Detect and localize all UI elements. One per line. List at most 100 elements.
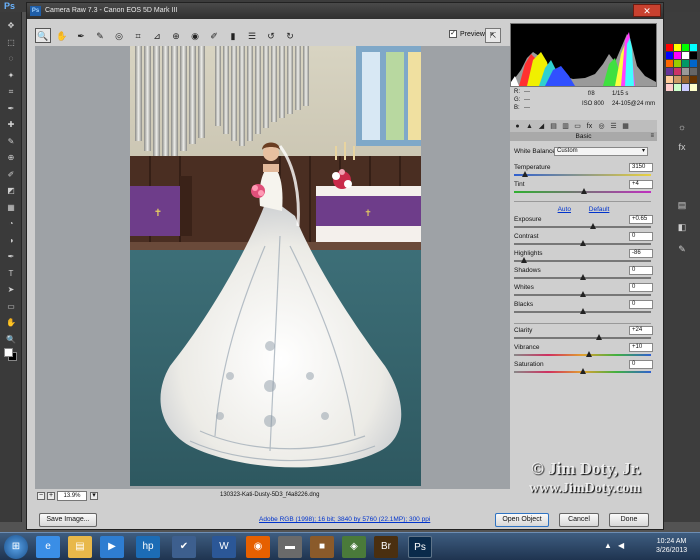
tint-slider-thumb[interactable] — [580, 188, 587, 194]
preferences-tool-icon[interactable]: ☰ — [244, 28, 260, 43]
dock-adjustments-icon[interactable]: ☼ — [674, 122, 690, 134]
color-swatch[interactable] — [682, 52, 689, 59]
temperature-slider-track[interactable] — [514, 174, 651, 176]
exposure-value-field[interactable]: +0.65 — [629, 215, 653, 224]
brush-icon[interactable]: ✎ — [5, 136, 17, 147]
color-swatch[interactable] — [690, 76, 697, 83]
default-link[interactable]: Default — [589, 206, 610, 213]
color-swatch[interactable] — [690, 60, 697, 67]
fullscreen-toggle-icon[interactable]: ⇱ — [485, 28, 501, 43]
whites-slider-thumb[interactable] — [579, 291, 586, 297]
done-button[interactable]: Done — [609, 513, 649, 527]
auto-link[interactable]: Auto — [558, 206, 571, 213]
tone-curve-tab-icon[interactable]: ▲ — [525, 122, 534, 131]
zoom-icon[interactable]: 🔍 — [5, 334, 17, 345]
dock-styles-icon[interactable]: fx — [674, 142, 690, 154]
color-swatch[interactable] — [682, 68, 689, 75]
taskbar-checkmark-icon[interactable]: ✔ — [172, 536, 196, 558]
color-swatch[interactable] — [682, 44, 689, 51]
taskbar-word-icon[interactable]: W — [212, 536, 236, 558]
zoom-in-button[interactable]: + — [47, 492, 55, 500]
foreground-color-swatch[interactable] — [4, 348, 13, 357]
pen-icon[interactable]: ✒ — [5, 251, 17, 262]
color-swatch[interactable] — [674, 76, 681, 83]
taskbar-drive-icon[interactable]: ▬ — [278, 536, 302, 558]
crop-tool-icon[interactable]: ⌗ — [130, 28, 146, 43]
color-swatch[interactable] — [682, 84, 689, 91]
color-sampler-tool-icon[interactable]: ✎ — [92, 28, 108, 43]
healing-icon[interactable]: ✚ — [5, 119, 17, 130]
color-swatch[interactable] — [690, 68, 697, 75]
presets-tab-icon[interactable]: ☰ — [609, 122, 618, 131]
color-swatch[interactable] — [674, 68, 681, 75]
color-swatch[interactable] — [666, 60, 673, 67]
white-balance-tool-icon[interactable]: ✒ — [73, 28, 89, 43]
effects-tab-icon[interactable]: fx — [585, 122, 594, 131]
clarity-slider-thumb[interactable] — [595, 334, 602, 340]
taskbar-hp-icon[interactable]: hp — [136, 536, 160, 558]
clarity-slider-track[interactable] — [514, 337, 651, 339]
highlights-value-field[interactable]: -86 — [629, 249, 653, 258]
lasso-icon[interactable]: ◌ — [5, 53, 17, 64]
save-image-button[interactable]: Save Image... — [39, 513, 97, 527]
graduated-filter-tool-icon[interactable]: ▮ — [225, 28, 241, 43]
blacks-slider-thumb[interactable] — [579, 308, 586, 314]
saturation-value-field[interactable]: 0 — [629, 360, 653, 369]
exposure-slider-track[interactable] — [514, 226, 651, 228]
blacks-value-field[interactable]: 0 — [629, 300, 653, 309]
vibrance-slider-thumb[interactable] — [586, 351, 593, 357]
open-object-button[interactable]: Open Object — [495, 513, 549, 527]
taskbar-explorer-icon[interactable]: ▤ — [68, 536, 92, 558]
shadows-slider-thumb[interactable] — [579, 274, 586, 280]
taskbar-ie-icon[interactable]: e — [36, 536, 60, 558]
dock-paths-icon[interactable]: ✎ — [674, 244, 690, 256]
hand-icon[interactable]: ✋ — [5, 317, 17, 328]
contrast-slider-thumb[interactable] — [579, 240, 586, 246]
crop-icon[interactable]: ⌗ — [5, 86, 17, 97]
taskbar-photoshop-icon[interactable]: Ps — [408, 536, 432, 558]
system-clock[interactable]: 10:24 AM 3/26/2013 — [656, 537, 687, 555]
color-swatch[interactable] — [682, 60, 689, 67]
dock-layers-icon[interactable]: ▤ — [674, 200, 690, 212]
tray-volume-icon[interactable]: ◀ — [618, 541, 624, 550]
highlights-slider-track[interactable] — [514, 260, 651, 262]
shape-icon[interactable]: ▭ — [5, 301, 17, 312]
dock-channels-icon[interactable]: ◧ — [674, 222, 690, 234]
eraser-icon[interactable]: ◩ — [5, 185, 17, 196]
basic-tab-icon[interactable]: ● — [513, 122, 522, 131]
tint-value-field[interactable]: +4 — [629, 180, 653, 189]
rotate-cw-tool-icon[interactable]: ↻ — [282, 28, 298, 43]
zoom-level-field[interactable]: 13.9% — [57, 491, 87, 501]
rotate-ccw-tool-icon[interactable]: ↺ — [263, 28, 279, 43]
detail-tab-icon[interactable]: ◢ — [537, 122, 546, 131]
adjustment-brush-tool-icon[interactable]: ✐ — [206, 28, 222, 43]
camera-calibration-tab-icon[interactable]: ◎ — [597, 122, 606, 131]
taskbar-briefcase-icon[interactable]: ■ — [310, 536, 334, 558]
color-swatch[interactable] — [690, 84, 697, 91]
color-swatch[interactable] — [690, 52, 697, 59]
workflow-options-link[interactable]: Adobe RGB (1998); 16 bit; 3840 by 5760 (… — [259, 516, 430, 523]
shadows-value-field[interactable]: 0 — [629, 266, 653, 275]
gradient-icon[interactable]: ▦ — [5, 202, 17, 213]
panel-menu-icon[interactable]: ≡ — [650, 132, 654, 141]
vibrance-slider-track[interactable] — [514, 354, 651, 356]
straighten-tool-icon[interactable]: ⊿ — [149, 28, 165, 43]
clarity-value-field[interactable]: +24 — [629, 326, 653, 335]
spot-removal-tool-icon[interactable]: ⊕ — [168, 28, 184, 43]
taskbar-bridge-icon[interactable]: Br — [374, 536, 398, 558]
path-select-icon[interactable]: ➤ — [5, 284, 17, 295]
color-swatch[interactable] — [666, 44, 673, 51]
taskbar-firefox-icon[interactable]: ◉ — [246, 536, 270, 558]
saturation-slider-thumb[interactable] — [579, 368, 586, 374]
hand-tool-icon[interactable]: ✋ — [54, 28, 70, 43]
split-toning-tab-icon[interactable]: ▥ — [561, 122, 570, 131]
highlights-slider-thumb[interactable] — [520, 257, 527, 263]
taskbar-media-player-icon[interactable]: ▶ — [100, 536, 124, 558]
history-brush-icon[interactable]: ✐ — [5, 169, 17, 180]
targeted-adjustment-tool-icon[interactable]: ◎ — [111, 28, 127, 43]
type-icon[interactable]: T — [5, 268, 17, 279]
dodge-icon[interactable]: ◑ — [5, 235, 17, 246]
vibrance-value-field[interactable]: +10 — [629, 343, 653, 352]
color-swatch[interactable] — [674, 44, 681, 51]
red-eye-tool-icon[interactable]: ◉ — [187, 28, 203, 43]
